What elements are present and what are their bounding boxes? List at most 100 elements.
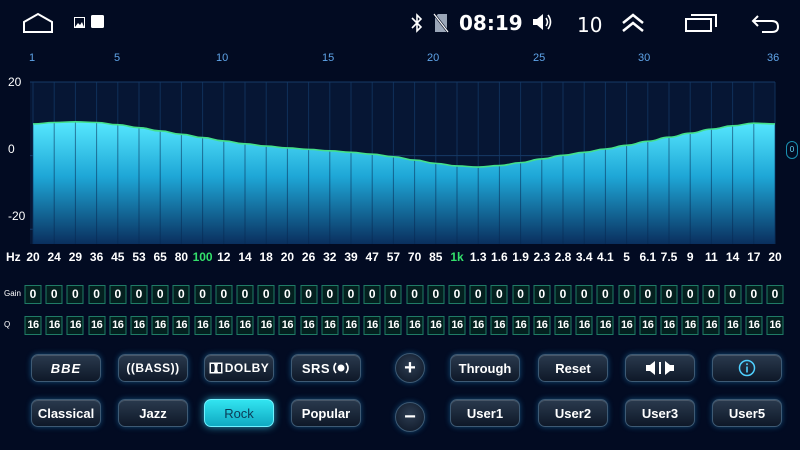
q-value-cell[interactable]: 16: [24, 316, 42, 335]
gain-value-cell[interactable]: 0: [533, 285, 551, 304]
q-value-cell[interactable]: 16: [469, 316, 487, 335]
gain-value-cell[interactable]: 0: [236, 285, 254, 304]
minus-button[interactable]: −: [395, 402, 425, 432]
user2-button[interactable]: User2: [538, 399, 608, 427]
q-value-cell[interactable]: 16: [766, 316, 784, 335]
q-value-cell[interactable]: 16: [257, 316, 275, 335]
frequency-label: 18: [259, 250, 273, 264]
q-value-cell[interactable]: 16: [639, 316, 657, 335]
gain-value-cell[interactable]: 0: [172, 285, 190, 304]
q-value-cell[interactable]: 16: [236, 316, 254, 335]
dolby-button[interactable]: DOLBY: [204, 354, 274, 382]
gain-value-cell[interactable]: 0: [130, 285, 148, 304]
gain-value-cell[interactable]: 0: [724, 285, 742, 304]
gain-value-cell[interactable]: 0: [194, 285, 212, 304]
gain-value-cell[interactable]: 0: [660, 285, 678, 304]
gain-value-cell[interactable]: 0: [618, 285, 636, 304]
gain-value-cell[interactable]: 0: [448, 285, 466, 304]
gain-value-cell[interactable]: 0: [681, 285, 699, 304]
q-value-cell[interactable]: 16: [406, 316, 424, 335]
through-button[interactable]: Through: [450, 354, 520, 382]
q-value-cell[interactable]: 16: [660, 316, 678, 335]
home-icon[interactable]: [22, 12, 54, 34]
gain-value-cell[interactable]: 0: [88, 285, 106, 304]
q-value-cell[interactable]: 16: [596, 316, 614, 335]
q-value-cell[interactable]: 16: [151, 316, 169, 335]
q-value-cell[interactable]: 16: [681, 316, 699, 335]
q-value-cell[interactable]: 16: [448, 316, 466, 335]
srs-button[interactable]: SRS: [291, 354, 361, 382]
gain-value-cell[interactable]: 0: [702, 285, 720, 304]
q-value-cell[interactable]: 16: [533, 316, 551, 335]
q-value-cell[interactable]: 16: [109, 316, 127, 335]
gain-value-cell[interactable]: 0: [215, 285, 233, 304]
q-value-cell[interactable]: 16: [427, 316, 445, 335]
q-value-cell[interactable]: 16: [172, 316, 190, 335]
gain-value-cell[interactable]: 0: [575, 285, 593, 304]
equalizer-graph[interactable]: [0, 70, 800, 250]
gain-value-cell[interactable]: 0: [490, 285, 508, 304]
q-value-cell[interactable]: 16: [384, 316, 402, 335]
q-value-cell[interactable]: 16: [194, 316, 212, 335]
gain-value-cell[interactable]: 0: [512, 285, 530, 304]
preset-popular-button[interactable]: Popular: [291, 399, 361, 427]
chevron-up-icon[interactable]: [620, 12, 646, 34]
volume-icon[interactable]: [532, 12, 554, 32]
gain-value-cell[interactable]: 0: [596, 285, 614, 304]
gain-value-cell[interactable]: 0: [745, 285, 763, 304]
gain-value-cell[interactable]: 0: [24, 285, 42, 304]
q-value-cell[interactable]: 16: [278, 316, 296, 335]
reset-button[interactable]: Reset: [538, 354, 608, 382]
preset-jazz-button[interactable]: Jazz: [118, 399, 188, 427]
frequency-label: 14: [725, 250, 740, 264]
gain-value-cell[interactable]: 0: [278, 285, 296, 304]
q-value-cell[interactable]: 16: [554, 316, 572, 335]
q-value-cell[interactable]: 16: [66, 316, 84, 335]
q-value-cell[interactable]: 16: [618, 316, 636, 335]
q-value-cell[interactable]: 16: [321, 316, 339, 335]
gain-value-cell[interactable]: 0: [257, 285, 275, 304]
gain-value-cell[interactable]: 0: [469, 285, 487, 304]
q-value-cell[interactable]: 16: [702, 316, 720, 335]
gain-value-cell[interactable]: 0: [427, 285, 445, 304]
bbe-button[interactable]: BBE: [31, 354, 101, 382]
preset-rock-button[interactable]: Rock: [204, 399, 274, 427]
q-value-cell[interactable]: 16: [490, 316, 508, 335]
q-value-cell[interactable]: 16: [88, 316, 106, 335]
user1-button[interactable]: User1: [450, 399, 520, 427]
q-value-cell[interactable]: 16: [215, 316, 233, 335]
gain-value-cell[interactable]: 0: [406, 285, 424, 304]
recent-apps-icon[interactable]: [685, 14, 717, 32]
q-value-cell[interactable]: 16: [745, 316, 763, 335]
gain-value-cell[interactable]: 0: [363, 285, 381, 304]
gain-value-cell[interactable]: 0: [766, 285, 784, 304]
gain-value-cell[interactable]: 0: [384, 285, 402, 304]
q-value-cell[interactable]: 16: [45, 316, 63, 335]
gain-value-cell[interactable]: 0: [109, 285, 127, 304]
gain-value-cell[interactable]: 0: [554, 285, 572, 304]
bass-button[interactable]: ((BASS)): [118, 354, 188, 382]
q-value-cell[interactable]: 16: [130, 316, 148, 335]
user5-button[interactable]: User5: [712, 399, 782, 427]
user3-button[interactable]: User3: [625, 399, 695, 427]
q-value-cell[interactable]: 16: [363, 316, 381, 335]
plus-button[interactable]: +: [395, 353, 425, 383]
preset-classical-button[interactable]: Classical: [31, 399, 101, 427]
gain-value-cell[interactable]: 0: [45, 285, 63, 304]
gain-value-cell[interactable]: 0: [639, 285, 657, 304]
info-icon: [738, 359, 756, 377]
info-button[interactable]: [712, 354, 782, 382]
q-value-cell[interactable]: 16: [512, 316, 530, 335]
gain-value-cell[interactable]: 0: [66, 285, 84, 304]
gain-value-cell[interactable]: 0: [342, 285, 360, 304]
q-value-cell[interactable]: 16: [575, 316, 593, 335]
gain-value-cell[interactable]: 0: [300, 285, 318, 304]
back-icon[interactable]: [750, 12, 780, 34]
q-value-cell[interactable]: 16: [724, 316, 742, 335]
gain-value-cell[interactable]: 0: [151, 285, 169, 304]
band-index-label: 20: [427, 52, 440, 64]
q-value-cell[interactable]: 16: [300, 316, 318, 335]
speaker-balance-button[interactable]: [625, 354, 695, 382]
gain-value-cell[interactable]: 0: [321, 285, 339, 304]
q-value-cell[interactable]: 16: [342, 316, 360, 335]
